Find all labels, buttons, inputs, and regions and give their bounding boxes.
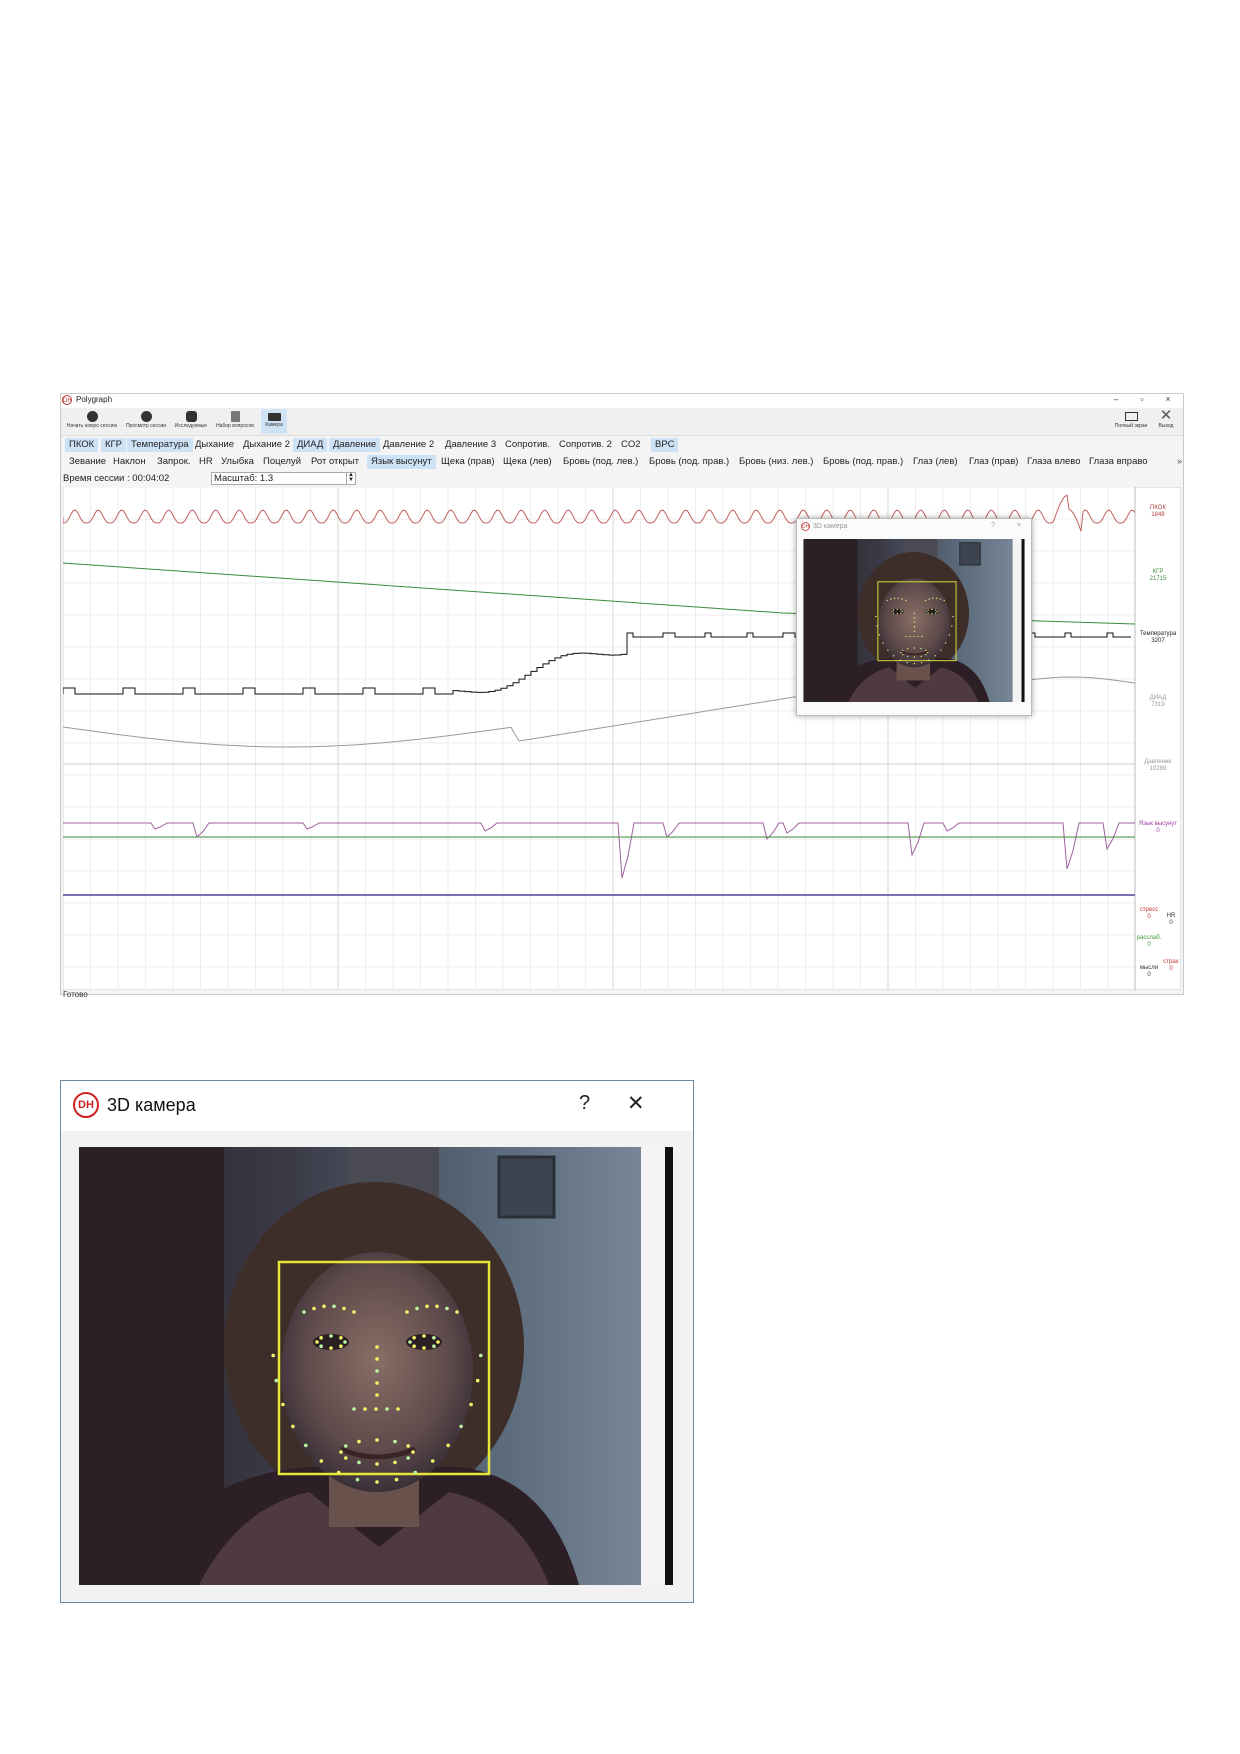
subjects-button[interactable]: Исследуемые xyxy=(171,409,211,434)
channel-pkok[interactable]: ПКОК xyxy=(65,438,99,452)
label-temperature-name: Температура xyxy=(1140,631,1177,637)
label-pkok-value: 1848 xyxy=(1151,512,1165,518)
channel-resist-2[interactable]: Сопротив. 2 xyxy=(555,438,616,452)
camera-button[interactable]: Камера xyxy=(261,409,287,434)
clipboard-icon xyxy=(230,411,240,422)
channel-cheek-left[interactable]: Щека (лев) xyxy=(499,455,556,469)
label-kgr-value: 21715 xyxy=(1150,576,1167,582)
channel-eye-right[interactable]: Глаз (прав) xyxy=(965,455,1022,469)
channel-co2[interactable]: CO2 xyxy=(617,438,645,452)
channel-tongue-out[interactable]: Язык высунут xyxy=(367,455,436,469)
channel-vrs[interactable]: ВРС xyxy=(651,438,679,452)
channel-smile[interactable]: Улыбка xyxy=(217,455,258,469)
camera-icon xyxy=(267,413,281,421)
label-kgr-name: КГР xyxy=(1153,569,1164,575)
camera-small-logo-icon: DH xyxy=(801,522,810,531)
camera-small-help-button[interactable]: ? xyxy=(991,522,995,529)
channel-throwback[interactable]: Запрок. xyxy=(153,455,195,469)
label-stress-name: стресс xyxy=(1140,907,1158,913)
toolbar: Начать новую сессию Просмотр сессии Иссл… xyxy=(61,408,1183,436)
label-thoughts-name: мысли xyxy=(1140,965,1158,971)
channel-resist[interactable]: Сопротив. xyxy=(501,438,554,452)
status-bar-text: Готово xyxy=(63,990,88,999)
camera-window-small[interactable]: DH 3D камера ? × xyxy=(796,518,1032,716)
channel-brow-raise-right[interactable]: Бровь (под. прав.) xyxy=(645,455,733,469)
label-diad-name: ДИАД xyxy=(1150,695,1167,701)
minimize-button[interactable]: – xyxy=(1109,394,1123,404)
label-fear-name: страх xyxy=(1163,959,1178,965)
play-icon xyxy=(86,411,98,422)
users-icon xyxy=(185,411,197,422)
exit-button[interactable]: ✕ Выход xyxy=(1153,407,1179,429)
channel-eyes-right[interactable]: Глаза вправо xyxy=(1085,455,1152,469)
channel-brow-raise-left[interactable]: Бровь (под. лев.) xyxy=(559,455,642,469)
camera-large-title-bar: DH 3D камера ? ✕ xyxy=(61,1081,693,1131)
session-info-bar: Время сессии : 00:04:02 Масштаб: 1.3 ▲ ▼ xyxy=(61,471,1183,487)
window-title: Polygraph xyxy=(76,395,113,404)
session-time: Время сессии : 00:04:02 xyxy=(63,473,170,484)
channel-pressure-3[interactable]: Давление 3 xyxy=(441,438,500,452)
channel-brow-low-left[interactable]: Бровь (низ. лев.) xyxy=(735,455,817,469)
camera-large-title: 3D камера xyxy=(107,1095,196,1115)
channel-yawn[interactable]: Зевание xyxy=(65,455,110,469)
label-diad-value: 7319 xyxy=(1151,702,1165,708)
channel-row-primary: ПКОК КГР Температура Дыхание Дыхание 2 Д… xyxy=(61,437,1183,453)
scale-spinbox[interactable]: Масштаб: 1.3 ▲ ▼ xyxy=(211,472,356,485)
channel-hr[interactable]: HR xyxy=(195,455,217,469)
label-pressure-name: Давление xyxy=(1144,759,1172,765)
channel-temperature[interactable]: Температура xyxy=(127,438,193,452)
view-session-button[interactable]: Просмотр сессии xyxy=(123,409,169,434)
label-tongue-name: Язык высунут xyxy=(1139,821,1178,827)
channel-diad[interactable]: ДИАД xyxy=(293,438,328,452)
label-pkok-name: ПКОК xyxy=(1150,505,1166,511)
camera-large-close-button[interactable]: ✕ xyxy=(627,1091,645,1116)
channel-mouth-open[interactable]: Рот открыт xyxy=(307,455,363,469)
channel-eye-left[interactable]: Глаз (лев) xyxy=(909,455,962,469)
channel-breath[interactable]: Дыхание xyxy=(191,438,238,452)
title-bar: DH Polygraph – ▫ × xyxy=(61,394,1183,408)
camera-small-close-button[interactable]: × xyxy=(1017,522,1021,529)
camera-large-view xyxy=(79,1147,673,1585)
more-channels-button[interactable]: » xyxy=(1177,456,1182,466)
label-pressure-value: 10288 xyxy=(1150,766,1167,772)
camera-small-title: 3D камера xyxy=(813,523,848,530)
label-temperature-value: 3207 xyxy=(1151,638,1165,644)
maximize-button[interactable]: ▫ xyxy=(1135,394,1149,404)
channel-kgr[interactable]: КГР xyxy=(101,438,127,452)
channel-cheek-right[interactable]: Щека (прав) xyxy=(437,455,499,469)
camera-small-view xyxy=(803,539,1025,702)
channel-kiss[interactable]: Поцелуй xyxy=(259,455,305,469)
camera-large-help-button[interactable]: ? xyxy=(579,1092,590,1115)
channel-pressure-2[interactable]: Давление 2 xyxy=(379,438,438,452)
spin-arrows-icon[interactable]: ▲ ▼ xyxy=(346,472,355,484)
fullscreen-icon xyxy=(1124,412,1138,421)
question-set-button[interactable]: Набор вопросов xyxy=(213,409,257,434)
channel-breath-2[interactable]: Дыхание 2 xyxy=(239,438,294,452)
exit-icon: ✕ xyxy=(1159,407,1173,424)
app-logo-icon: DH xyxy=(62,395,72,405)
info-icon xyxy=(140,411,152,422)
camera-window-large[interactable]: DH 3D камера ? ✕ xyxy=(60,1080,694,1603)
channel-brow-raise-right-2[interactable]: Бровь (под. прав.) xyxy=(819,455,907,469)
channel-tilt[interactable]: Наклон xyxy=(109,455,150,469)
new-session-button[interactable]: Начать новую сессию xyxy=(63,409,121,434)
channel-eyes-left[interactable]: Глаза влево xyxy=(1023,455,1085,469)
label-hr-name: HR xyxy=(1167,913,1176,919)
fullscreen-button[interactable]: Полный экран xyxy=(1113,409,1149,429)
camera-small-title-bar: DH 3D камера ? × xyxy=(797,519,1031,535)
channel-pressure[interactable]: Давление xyxy=(329,438,381,452)
label-relax-name: расслаб. xyxy=(1137,935,1162,941)
close-button[interactable]: × xyxy=(1161,394,1175,404)
channel-row-face: Зевание Наклон Запрок. HR Улыбка Поцелуй… xyxy=(61,454,1183,470)
camera-large-logo-icon: DH xyxy=(73,1092,99,1118)
